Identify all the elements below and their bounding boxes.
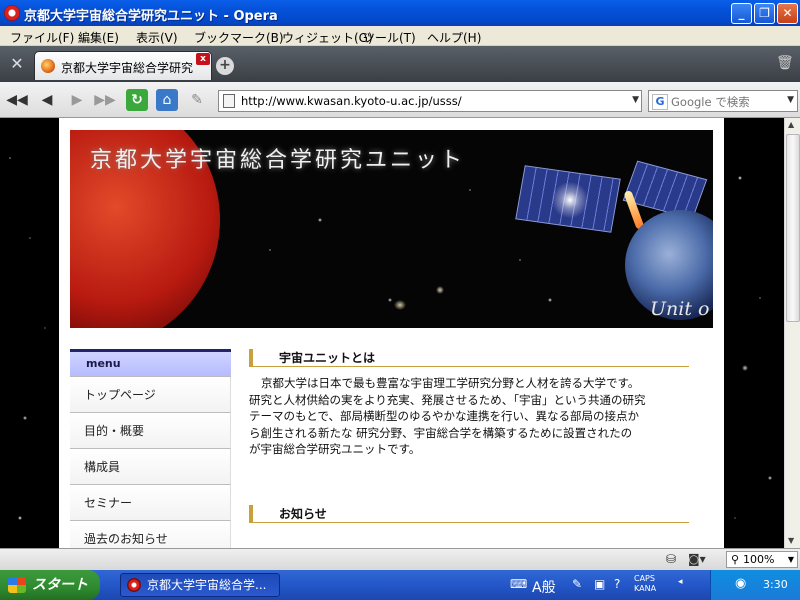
navigation-bar: ◀◀ ◀ ▶ ▶▶ ↻ ⌂ ✎ http://www.kwasan.kyoto-… (0, 82, 800, 118)
scroll-down-icon[interactable]: ▼ (788, 536, 794, 545)
menu-widgets[interactable]: ウィジェット(G) (282, 29, 373, 46)
start-label: スタート (32, 577, 88, 593)
menu-view[interactable]: 表示(V) (136, 29, 178, 46)
taskbar: スタート 京都大学宇宙総合学... ⌨ A般 ✎ ▣ ? CAPS KANA ◂ … (0, 570, 800, 600)
intro-line: 研究と人材供給の実をより充実、発展させるため、「宇宙」という共通の研究 (249, 392, 646, 407)
menu-edit[interactable]: 編集(E) (78, 29, 119, 46)
panel-toggle-icon[interactable]: ✕ (6, 54, 28, 74)
scrollbar-thumb[interactable] (786, 134, 800, 322)
turbo-icon[interactable]: ⛁ (666, 552, 676, 566)
section-header-news: お知らせ (249, 505, 689, 523)
tab-label: 京都大学宇宙総合学研究ユニット (61, 61, 193, 75)
trash-icon[interactable]: 🗑 (776, 55, 794, 73)
reload-icon[interactable]: ↻ (126, 89, 148, 111)
header-banner: 京都大学宇宙総合学研究ユニット Unit o (70, 130, 713, 328)
tab-active[interactable]: 京都大学宇宙総合学研究ユニット x (34, 51, 212, 80)
magnifier-icon: ⚲ (731, 553, 740, 566)
window-titlebar: 京都大学宇宙総合学研究ユニット - Opera _ ❐ ✕ (0, 0, 800, 26)
intro-line: テーマのもとで、部局横断型のゆるやかな連携を行い、異なる部局の接点か (249, 409, 639, 423)
vertical-scrollbar[interactable]: ▲ ▼ (784, 118, 800, 548)
clock[interactable]: 3:30 (763, 578, 788, 591)
intro-line: が宇宙総合学研究ユニットです。 (249, 442, 421, 456)
taskbar-item-label: 京都大学宇宙総合学... (147, 578, 267, 592)
intro-line: ら創生される新たな 研究分野、宇宙総合学を構築するために設置されたの (249, 425, 633, 440)
forward-icon[interactable]: ▶ (66, 89, 88, 111)
opera-logo-icon (4, 5, 20, 21)
ime-options-icon[interactable]: ◂ (678, 577, 683, 587)
google-icon[interactable]: G (652, 94, 668, 110)
keyboard-icon[interactable]: ⌨ (510, 577, 527, 591)
opera-logo-icon (127, 578, 141, 592)
star-glow (550, 180, 590, 220)
chevron-down-icon[interactable]: ▼ (632, 95, 639, 105)
chevron-down-icon[interactable]: ▼ (787, 95, 794, 105)
menu-file[interactable]: ファイル(F) (10, 29, 74, 46)
zoom-value: 100% (743, 553, 775, 566)
ime-mode[interactable]: A般 (532, 577, 556, 597)
maximize-button[interactable]: ❐ (754, 3, 775, 24)
network-icon[interactable]: ◉ (735, 576, 746, 591)
url-text: http://www.kwasan.kyoto-u.ac.jp/usss/ (241, 94, 462, 108)
tab-close-button[interactable]: x (196, 53, 210, 65)
minimize-button[interactable]: _ (731, 3, 752, 24)
section-title-about: 宇宙ユニットとは (279, 351, 376, 365)
scroll-up-icon[interactable]: ▲ (788, 120, 794, 129)
menu-tools[interactable]: ツール(T) (363, 29, 416, 46)
sidebar-item-members[interactable]: 構成員 (70, 449, 231, 485)
site-favicon-icon (41, 59, 55, 73)
intro-line: 京都大学は日本で最も豊富な宇宙理工学研究分野と人材を誇る大学です。 (261, 376, 640, 390)
sidebar-item-top-page[interactable]: トップページ (70, 377, 231, 413)
page-content: 京都大学宇宙総合学研究ユニット Unit o menu トップページ 目的・概要… (59, 118, 724, 548)
ime-tool-icon[interactable]: ✎ (572, 577, 582, 591)
chevron-down-icon[interactable]: ▼ (788, 552, 794, 567)
caps-kana-indicator: CAPS KANA (634, 574, 657, 593)
image-toggle-icon[interactable]: ◙▾ (688, 552, 706, 566)
section-title-news: お知らせ (279, 507, 327, 521)
tab-bar: ✕ 京都大学宇宙総合学研究ユニット x + 🗑 (0, 46, 800, 82)
help-icon[interactable]: ? (614, 577, 620, 591)
fast-forward-icon[interactable]: ▶▶ (94, 89, 116, 111)
close-window-button[interactable]: ✕ (777, 3, 798, 24)
banner-subtitle: Unit o (650, 298, 710, 320)
start-button[interactable]: スタート (0, 570, 100, 600)
banner-title: 京都大学宇宙総合学研究ユニット (90, 148, 466, 173)
address-field[interactable]: http://www.kwasan.kyoto-u.ac.jp/usss/ ▼ (218, 90, 642, 112)
rewind-icon[interactable]: ◀◀ (6, 89, 28, 111)
sidebar-item-past-news[interactable]: 過去のお知らせ (70, 521, 231, 548)
menu-heading: menu (70, 349, 231, 377)
taskbar-item-opera[interactable]: 京都大学宇宙総合学... (120, 573, 280, 597)
search-field[interactable]: G ▼ (648, 90, 798, 112)
menu-bookmarks[interactable]: ブックマーク(B) (194, 29, 284, 46)
menu-help[interactable]: ヘルプ(H) (427, 29, 481, 46)
zoom-select[interactable]: ⚲ 100% ▼ (726, 551, 798, 568)
home-icon[interactable]: ⌂ (156, 89, 178, 111)
sidebar-item-purpose[interactable]: 目的・概要 (70, 413, 231, 449)
ime-dictionary-icon[interactable]: ▣ (594, 577, 605, 591)
sidebar-item-seminar[interactable]: セミナー (70, 485, 231, 521)
side-menu: menu トップページ 目的・概要 構成員 セミナー 過去のお知らせ (70, 349, 231, 548)
window-title: 京都大学宇宙総合学研究ユニット - Opera (24, 9, 278, 24)
back-icon[interactable]: ◀ (36, 89, 58, 111)
section-header-about: 宇宙ユニットとは (249, 349, 689, 367)
windows-logo-icon (8, 577, 26, 593)
page-viewport: 京都大学宇宙総合学研究ユニット Unit o menu トップページ 目的・概要… (0, 118, 784, 548)
page-icon (223, 94, 235, 108)
system-tray: ◉ 3:30 (710, 570, 800, 600)
status-bar: ⛁ ◙▾ ⚲ 100% ▼ (0, 548, 800, 570)
intro-text: 京都大学は日本で最も豊富な宇宙理工学研究分野と人材を誇る大学です。 研究と人材供… (249, 375, 685, 458)
search-input[interactable] (671, 93, 781, 110)
edit-pen-icon[interactable]: ✎ (186, 89, 208, 111)
menu-bar: ファイル(F) 編集(E) 表示(V) ブックマーク(B) ウィジェット(G) … (0, 26, 800, 46)
new-tab-button[interactable]: + (216, 57, 234, 75)
